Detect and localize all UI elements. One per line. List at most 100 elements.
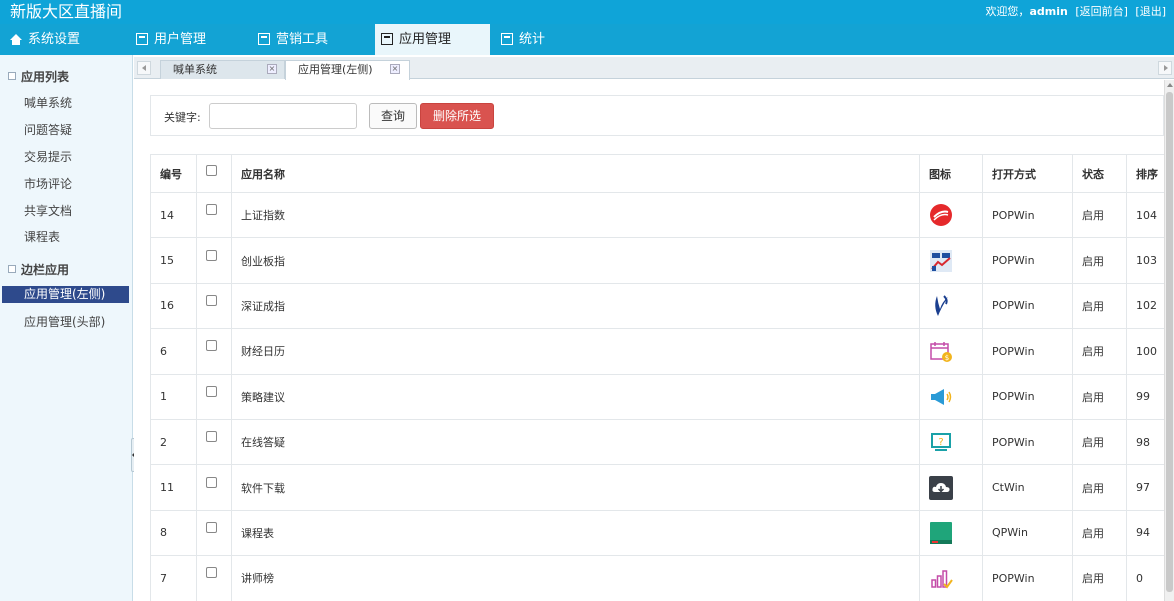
sidebar-item-app-management-left[interactable]: 应用管理(左侧) <box>2 286 129 303</box>
col-header-status: 状态 <box>1072 154 1127 193</box>
row-checkbox[interactable] <box>206 204 217 216</box>
row-checkbox[interactable] <box>206 476 217 488</box>
col-header-order: 排序 <box>1126 154 1165 193</box>
col-header-icon: 图标 <box>919 154 983 193</box>
ranking-chart-icon <box>931 570 953 589</box>
tool-icon <box>258 32 270 45</box>
row-checkbox[interactable] <box>206 294 217 306</box>
row-checkbox[interactable] <box>206 567 217 579</box>
sidebar-item-trade-tips[interactable]: 交易提示 <box>2 149 129 166</box>
nav-app-management[interactable]: 应用管理 <box>375 24 490 55</box>
cell-open-mode: POPWin <box>982 328 1073 375</box>
nav-statistics[interactable]: 统计 <box>501 24 545 55</box>
chinext-index-icon <box>930 249 952 272</box>
row-checkbox[interactable] <box>206 249 217 261</box>
cell-icon <box>919 509 983 557</box>
sidebar-item-qa[interactable]: 问题答疑 <box>2 122 129 139</box>
tab-strip: 喊单系统 × 应用管理(左侧) × <box>134 57 1174 80</box>
cell-select <box>196 191 232 239</box>
cell-select <box>196 328 232 375</box>
cell-select <box>196 373 232 420</box>
cell-select <box>196 464 232 511</box>
sidebar-item-market-comments[interactable]: 市场评论 <box>2 176 129 193</box>
sidebar-group-label: 边栏应用 <box>21 263 70 277</box>
main-content: 关键字: 查询 删除所选 编号 应用名称 图标 打开方式 状态 排序 14 上证… <box>134 80 1165 601</box>
cell-order: 102 <box>1126 282 1165 330</box>
close-icon[interactable]: × <box>390 64 400 74</box>
sidebar-item-schedule[interactable]: 课程表 <box>2 229 129 246</box>
nav-marketing-tools[interactable]: 营销工具 <box>258 24 328 55</box>
tab-app-management-left[interactable]: 应用管理(左侧) × <box>285 60 410 80</box>
cell-name: 在线答疑 <box>231 418 920 466</box>
tab-scroll-right-icon[interactable] <box>1158 61 1172 75</box>
cell-id: 16 <box>150 282 197 330</box>
table-row: 14 上证指数 POPWin 启用 104 <box>150 191 1165 239</box>
query-button[interactable]: 查询 <box>369 103 417 129</box>
cell-status: 启用 <box>1072 509 1127 557</box>
table-row: 7 讲师榜 POPWin 启用 0 <box>150 555 1165 601</box>
cell-name: 财经日历 <box>231 328 920 375</box>
nav-user-management[interactable]: 用户管理 <box>136 24 206 55</box>
sidebar-item-shared-docs[interactable]: 共享文档 <box>2 203 129 220</box>
cell-icon <box>919 555 983 601</box>
table-row: 15 创业板指 POPWin 启用 103 <box>150 237 1165 284</box>
cell-order: 98 <box>1126 418 1165 466</box>
cell-select <box>196 237 232 284</box>
cell-icon <box>919 282 983 330</box>
nav-label: 统计 <box>519 32 546 47</box>
cell-open-mode: POPWin <box>982 191 1073 239</box>
delete-selected-button[interactable]: 删除所选 <box>420 103 494 129</box>
row-checkbox[interactable] <box>206 385 217 397</box>
cell-status: 启用 <box>1072 555 1127 601</box>
table-row: 1 策略建议 POPWin 启用 99 <box>150 373 1165 420</box>
app-icon <box>381 32 393 45</box>
sidebar-item-call-system[interactable]: 喊单系统 <box>2 95 129 112</box>
cell-order: 103 <box>1126 237 1165 284</box>
cell-id: 2 <box>150 418 197 466</box>
scroll-up-icon[interactable] <box>1167 83 1173 87</box>
keyword-input[interactable] <box>209 103 357 129</box>
close-icon[interactable]: × <box>267 64 277 74</box>
table-row: 2 在线答疑 ? POPWin 启用 98 <box>150 418 1165 466</box>
cell-select <box>196 555 232 601</box>
logout-link[interactable]: [退出] <box>1135 5 1166 18</box>
select-all-checkbox[interactable] <box>206 164 217 176</box>
tab-label: 应用管理(左侧) <box>298 63 373 76</box>
home-icon <box>10 33 22 45</box>
table-row: 11 软件下载 CtWin 启用 97 <box>150 464 1165 511</box>
cell-name: 策略建议 <box>231 373 920 420</box>
cell-id: 7 <box>150 555 197 601</box>
user-area: 欢迎您，admin [返回前台] [退出] <box>981 5 1166 19</box>
cell-icon <box>919 191 983 239</box>
tab-label: 喊单系统 <box>173 63 217 76</box>
col-header-open-mode: 打开方式 <box>982 154 1073 193</box>
cell-open-mode: POPWin <box>982 237 1073 284</box>
col-header-name: 应用名称 <box>231 154 920 193</box>
cell-open-mode: POPWin <box>982 418 1073 466</box>
back-to-front-link[interactable]: [返回前台] <box>1075 5 1128 18</box>
scrollbar-thumb[interactable] <box>1166 92 1173 592</box>
sidebar-item-app-management-header[interactable]: 应用管理(头部) <box>2 314 129 331</box>
cell-icon <box>919 373 983 420</box>
shanghai-index-icon <box>930 204 952 227</box>
book-icon <box>930 521 952 544</box>
row-checkbox[interactable] <box>206 340 217 352</box>
nav-system-settings[interactable]: 系统设置 <box>10 24 80 55</box>
vertical-scrollbar[interactable] <box>1164 80 1174 601</box>
cell-order: 104 <box>1126 191 1165 239</box>
welcome-text: 欢迎您， <box>985 5 1030 18</box>
svg-text:?: ? <box>938 437 943 448</box>
question-screen-icon: ? <box>931 433 951 452</box>
tab-call-system[interactable]: 喊单系统 × <box>160 60 285 79</box>
tab-scroll-left-icon[interactable] <box>137 61 151 75</box>
cell-id: 6 <box>150 328 197 375</box>
sidebar-group-app-list[interactable]: 应用列表 <box>8 68 69 85</box>
collapse-box-icon <box>8 71 16 80</box>
sidebar-group-side-apps[interactable]: 边栏应用 <box>8 261 69 278</box>
cell-status: 启用 <box>1072 328 1127 375</box>
cell-status: 启用 <box>1072 418 1127 466</box>
megaphone-icon <box>931 388 952 405</box>
calendar-icon: $ <box>930 342 952 363</box>
row-checkbox[interactable] <box>206 521 217 533</box>
row-checkbox[interactable] <box>206 431 217 443</box>
